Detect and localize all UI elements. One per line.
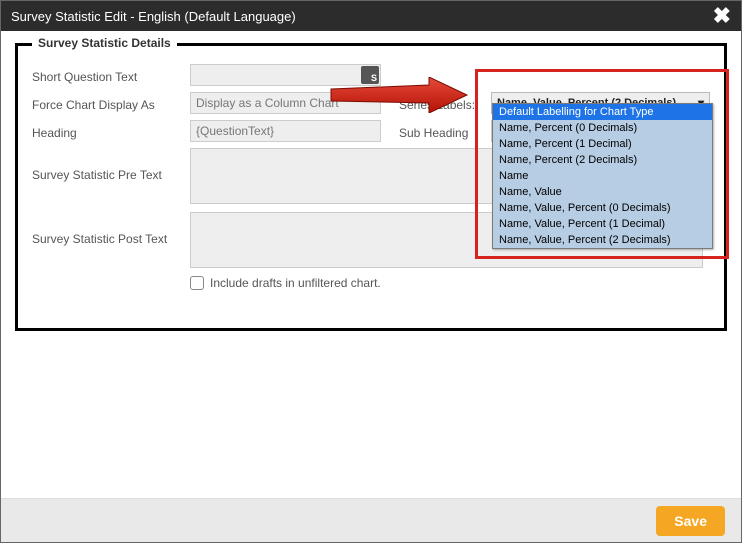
- close-icon[interactable]: ✖: [713, 5, 731, 27]
- dropdown-option[interactable]: Name, Value, Percent (1 Decimal): [493, 216, 712, 232]
- pre-text-label: Survey Statistic Pre Text: [32, 148, 190, 182]
- window-title: Survey Statistic Edit - English (Default…: [11, 9, 296, 24]
- series-labels-label: Series Labels:: [381, 95, 491, 112]
- fieldset-legend: Survey Statistic Details: [32, 36, 177, 50]
- dropdown-option[interactable]: Name, Value, Percent (2 Decimals): [493, 232, 712, 248]
- dropdown-option[interactable]: Name, Value, Percent (0 Decimals): [493, 200, 712, 216]
- include-drafts-checkbox[interactable]: [190, 276, 204, 290]
- title-bar: Survey Statistic Edit - English (Default…: [1, 1, 741, 31]
- sub-heading-label: Sub Heading: [381, 123, 491, 140]
- text-helper-icon[interactable]: S: [361, 66, 379, 84]
- force-chart-input[interactable]: [190, 92, 381, 114]
- dropdown-option[interactable]: Default Labelling for Chart Type: [493, 104, 712, 120]
- dialog-footer: Save: [1, 498, 741, 542]
- dropdown-option[interactable]: Name: [493, 168, 712, 184]
- series-labels-dropdown-list[interactable]: Default Labelling for Chart TypeName, Pe…: [492, 103, 713, 249]
- heading-input[interactable]: [190, 120, 381, 142]
- short-question-input[interactable]: [190, 64, 381, 86]
- short-question-label: Short Question Text: [32, 67, 190, 84]
- dropdown-option[interactable]: Name, Percent (0 Decimals): [493, 120, 712, 136]
- save-button[interactable]: Save: [656, 506, 725, 536]
- heading-label: Heading: [32, 123, 190, 140]
- dropdown-option[interactable]: Name, Value: [493, 184, 712, 200]
- dropdown-option[interactable]: Name, Percent (2 Decimals): [493, 152, 712, 168]
- include-drafts-label: Include drafts in unfiltered chart.: [210, 276, 381, 290]
- post-text-label: Survey Statistic Post Text: [32, 212, 190, 246]
- force-chart-label: Force Chart Display As: [32, 95, 190, 112]
- dropdown-option[interactable]: Name, Percent (1 Decimal): [493, 136, 712, 152]
